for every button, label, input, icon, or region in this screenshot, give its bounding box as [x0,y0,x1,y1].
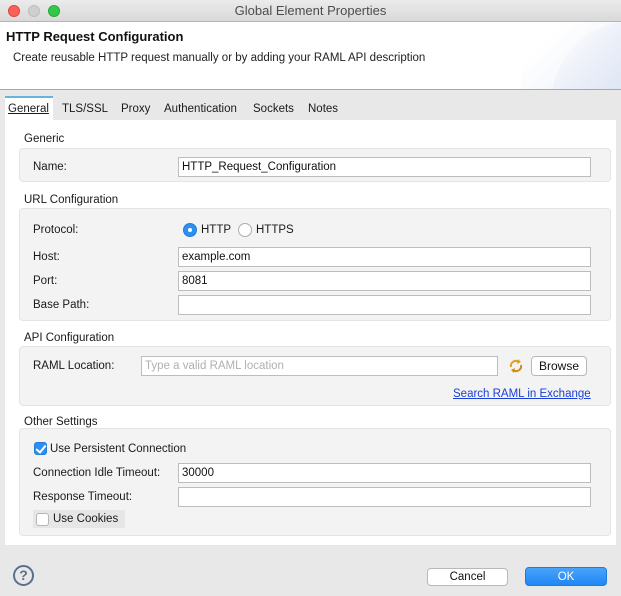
api-config-group-label: API Configuration [24,332,115,344]
cancel-button[interactable]: Cancel [427,568,508,586]
tab-tls-ssl[interactable]: TLS/SSL [62,96,108,120]
idle-timeout-input[interactable] [178,463,591,483]
general-tab-panel: Generic Name: URL Configuration Protocol… [5,120,616,545]
search-raml-exchange-link[interactable]: Search RAML in Exchange [453,388,591,400]
tab-label: TLS/SSL [62,103,109,115]
persistent-connection-checkbox[interactable] [34,442,47,455]
port-label: Port: [33,275,58,287]
protocol-http-radio[interactable] [183,223,197,237]
name-input[interactable] [178,157,591,177]
tab-proxy[interactable]: Proxy [121,96,150,120]
raml-location-label: RAML Location: [33,360,115,372]
dialog-title: HTTP Request Configuration [6,29,184,44]
protocol-label: Protocol: [33,224,79,236]
persistent-connection-label[interactable]: Use Persistent Connection [50,443,186,455]
tab-label: General [8,103,49,115]
host-input[interactable] [178,247,591,267]
protocol-http-label[interactable]: HTTP [201,224,231,236]
tab-label: Proxy [121,103,151,115]
use-cookies-checkbox[interactable] [36,513,49,526]
host-label: Host: [33,251,60,263]
base-path-label: Base Path: [33,299,90,311]
name-label: Name: [33,161,67,173]
use-cookies-label[interactable]: Use Cookies [53,513,118,525]
raml-location-input[interactable] [141,356,498,376]
protocol-https-radio[interactable] [238,223,252,237]
response-timeout-label: Response Timeout: [33,491,133,503]
sync-raml-icon[interactable] [508,358,524,374]
title-bar: Global Element Properties [0,0,621,22]
base-path-input[interactable] [178,295,591,315]
tab-general[interactable]: General [5,96,53,120]
dialog-header: HTTP Request Configuration Create reusab… [0,22,621,90]
use-cookies-option[interactable]: Use Cookies [33,510,125,528]
tab-authentication[interactable]: Authentication [164,96,237,120]
response-timeout-input[interactable] [178,487,591,507]
port-input[interactable] [178,271,591,291]
window-title: Global Element Properties [234,3,387,18]
tab-label: Authentication [164,103,237,115]
tab-label: Notes [308,103,339,115]
protocol-https-label[interactable]: HTTPS [256,224,294,236]
idle-timeout-label: Connection Idle Timeout: [33,467,161,479]
browse-button[interactable]: Browse [531,356,587,376]
ok-button[interactable]: OK [525,567,607,586]
dialog-description: Create reusable HTTP request manually or… [13,52,426,64]
tab-notes[interactable]: Notes [308,96,338,120]
tab-label: Sockets [253,103,294,115]
other-settings-group-label: Other Settings [24,416,98,428]
tab-sockets[interactable]: Sockets [253,96,294,120]
generic-group-label: Generic [24,133,65,145]
url-config-group-label: URL Configuration [24,194,119,206]
tab-bar: General TLS/SSL Proxy Authentication Soc… [0,90,621,120]
help-icon[interactable]: ? [13,565,34,586]
